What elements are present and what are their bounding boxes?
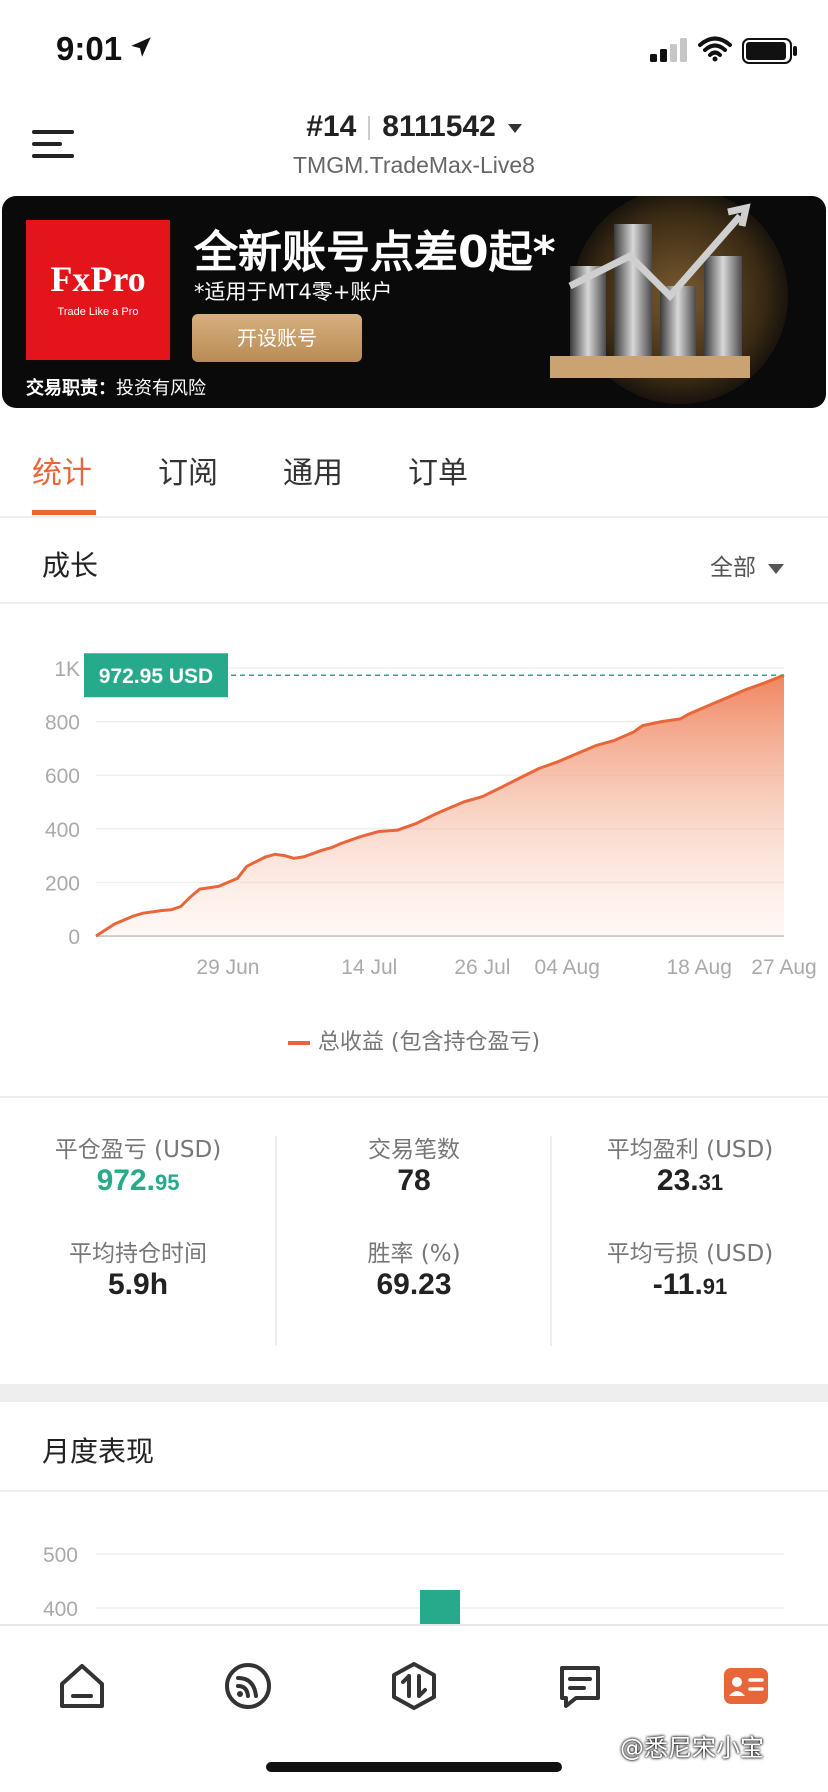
fxpro-logo: FxPro Trade Like a Pro (26, 220, 170, 360)
y-tick-label: 400 (45, 819, 80, 842)
location-arrow-icon (131, 37, 151, 57)
series-area (96, 675, 784, 936)
feed-icon[interactable] (222, 1660, 274, 1712)
current-value-label: 972.95 USD (99, 665, 213, 688)
risk-disclaimer: 交易职责：投资有风险 (26, 374, 206, 400)
brand-tagline: Trade Like a Pro (57, 306, 139, 318)
stat-label: 交易笔数 (368, 1137, 460, 1163)
banner-headline: 全新账号点差0起* (194, 227, 556, 278)
chevron-down-icon (507, 123, 522, 133)
stat-value-int: -11. (652, 1268, 703, 1301)
server-name: TMGM.TradeMax-Live8 (293, 152, 535, 178)
tab-bar: 统计 订阅 通用 订单 (0, 412, 828, 518)
y-tick-label: 0 (68, 926, 80, 949)
monthly-chart-svg: 500 400 (43, 1544, 784, 1624)
range-label: 全部 (710, 555, 756, 581)
monthly-chart: 500 400 (0, 1494, 828, 1624)
profile-icon[interactable] (720, 1660, 772, 1712)
x-tick-label: 27 Aug (751, 956, 816, 979)
stat-label: 平均亏损 (USD) (606, 1241, 774, 1267)
banner-subline: *适用于MT4零+账户 (194, 280, 393, 304)
watermark: @悉尼宋小宝 (620, 1734, 764, 1762)
app-screen: 9:01 #14 8111542 TMGM.TradeMax-Live8 FxP… (0, 0, 828, 1792)
y-tick-label: 500 (43, 1544, 78, 1567)
stat-value-dec: 31 (698, 1170, 724, 1195)
stat-value-int: 23. (656, 1164, 699, 1197)
stat-value: -11.91 (552, 1268, 828, 1302)
bar-chart-illustration (550, 196, 788, 404)
account-selector[interactable]: #14 8111542 (0, 110, 828, 144)
chart-current-marker: 972.95 USD (84, 653, 784, 698)
clock: 9:01 (56, 30, 123, 67)
chart-series (95, 673, 785, 938)
battery-icon (742, 38, 797, 64)
tab-subscribe[interactable]: 订阅 (158, 448, 218, 492)
stat-value: 23.31 (552, 1164, 828, 1198)
stat-label: 平均持仓时间 (69, 1241, 207, 1267)
legend-swatch (287, 1041, 310, 1045)
stat-value-int: 78 (397, 1164, 431, 1197)
growth-header: 成长 全部 (0, 520, 828, 604)
risk-text: 投资有风险 (116, 378, 206, 399)
brand-name: FxPro (50, 259, 146, 299)
x-tick-label: 29 Jun (196, 956, 259, 979)
section-gap (0, 1384, 828, 1402)
y-tick-label: 1K (54, 658, 80, 681)
wifi-icon (698, 36, 732, 62)
chart-legend: 总收益 (包含持仓盈亏) (0, 1024, 828, 1056)
stat-label: 平仓盈亏 (USD) (54, 1137, 222, 1163)
tab-statistics[interactable]: 统计 (32, 448, 92, 492)
home-indicator[interactable] (266, 1762, 562, 1772)
stat-value-dec: 91 (702, 1274, 728, 1299)
y-tick-label: 200 (45, 872, 80, 895)
trade-icon[interactable] (388, 1660, 440, 1712)
stat-label: 胜率 (%) (367, 1241, 461, 1267)
active-tab-indicator (32, 510, 96, 515)
legend-label: 总收益 (包含持仓盈亏) (317, 1030, 541, 1055)
home-icon[interactable] (56, 1660, 108, 1712)
messages-icon[interactable] (554, 1660, 606, 1712)
growth-chart-svg: 1K 800 600 400 200 0 29 Jun 14 Jul 26 Jul 04 Aug 1… (45, 653, 817, 979)
tab-general[interactable]: 通用 (283, 448, 343, 492)
stat-value: 972.95 (0, 1164, 276, 1198)
account-header: #14 8111542 TMGM.TradeMax-Live8 (0, 100, 828, 190)
stat-value-int: 69.23 (376, 1268, 452, 1301)
x-tick-label: 18 Aug (666, 956, 731, 979)
y-tick-label: 800 (45, 712, 80, 735)
stat-value: 69.23 (276, 1268, 552, 1302)
growth-title: 成长 (42, 549, 99, 582)
growth-chart: 1K 800 600 400 200 0 29 Jun 14 Jul 26 Jul 04 Aug 1… (0, 606, 828, 1096)
account-number: #14 (306, 110, 357, 143)
monthly-title: 月度表现 (42, 1435, 155, 1468)
stat-value: 78 (276, 1164, 552, 1198)
x-tick-label: 26 Jul (454, 956, 510, 979)
open-account-button[interactable]: 开设账号 (192, 314, 362, 362)
stat-value-int: 972. (96, 1164, 155, 1197)
tab-orders[interactable]: 订单 (408, 448, 468, 492)
stat-value-int: 5.9h (107, 1268, 169, 1301)
y-tick-label: 400 (43, 1598, 78, 1621)
x-tick-label: 04 Aug (535, 956, 600, 979)
account-id: 8111542 (382, 110, 496, 143)
promo-banner[interactable]: FxPro Trade Like a Pro 全新账号点差0起* *适用于MT4… (2, 196, 826, 408)
cellular-signal-icon (650, 38, 687, 62)
stat-value: 5.9h (0, 1268, 276, 1302)
stat-label: 平均盈利 (USD) (606, 1137, 774, 1163)
risk-label: 交易职责： (26, 378, 116, 399)
chevron-down-icon (768, 563, 784, 574)
monthly-header: 月度表现 (0, 1402, 828, 1492)
monthly-bar (420, 1590, 460, 1624)
x-tick-label: 14 Jul (341, 956, 397, 979)
stats-grid: 平仓盈亏 (USD) 972.95 交易笔数 78 平均盈利 (USD) 23.… (0, 1096, 828, 1384)
account-separator (368, 116, 371, 141)
y-tick-label: 600 (45, 765, 80, 788)
range-selector[interactable]: 全部 (710, 548, 784, 582)
status-bar: 9:01 (0, 0, 828, 96)
stat-value-dec: 95 (154, 1170, 180, 1195)
